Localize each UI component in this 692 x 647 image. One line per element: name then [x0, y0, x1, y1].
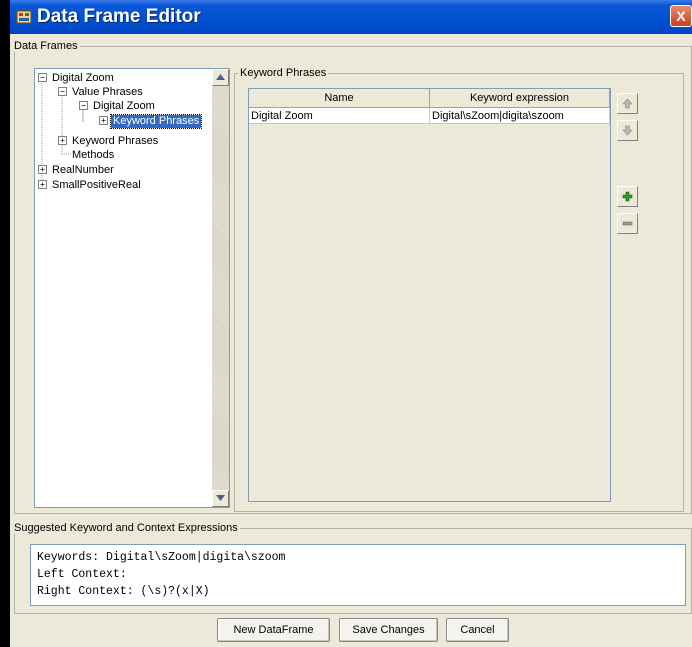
table-header: Name Keyword expression [249, 89, 610, 108]
tree-expander[interactable]: − [79, 101, 88, 110]
minus-icon [622, 221, 633, 226]
right-context-line: Right Context: (\s)?(x|X) [37, 585, 210, 598]
tree-expander[interactable]: − [58, 87, 67, 96]
app-icon [16, 10, 32, 24]
tree-node-keyword-phrases-selected[interactable]: Keyword Phrases [109, 114, 203, 129]
keywords-line: Keywords: Digital\sZoom|digita\szoom [37, 551, 286, 564]
arrow-up-icon [216, 74, 225, 80]
tree-node-digital-zoom[interactable]: Digital Zoom [52, 72, 114, 85]
scroll-down-button[interactable] [212, 490, 229, 507]
tree-expander[interactable]: + [38, 165, 47, 174]
data-frame-tree[interactable]: − Digital Zoom − Value Phrases − Digital… [34, 68, 230, 508]
title-bar[interactable]: Data Frame Editor X [10, 0, 692, 34]
window-title: Data Frame Editor [37, 6, 201, 27]
close-icon: X [676, 8, 686, 24]
tree-expander[interactable]: + [58, 136, 67, 145]
suggested-expressions-legend: Suggested Keyword and Context Expression… [12, 522, 240, 534]
new-dataframe-button[interactable]: New DataFrame [217, 618, 330, 642]
scroll-up-button[interactable] [212, 69, 229, 86]
tree-canvas: − Digital Zoom − Value Phrases − Digital… [35, 69, 205, 507]
tree-node-value-phrases[interactable]: Value Phrases [72, 86, 143, 99]
left-context-line: Left Context: [37, 568, 127, 581]
tree-expander[interactable]: − [38, 73, 47, 82]
tree-node-digital-zoom-child[interactable]: Digital Zoom [93, 100, 155, 113]
cell-keyword-expression[interactable]: Digital\sZoom|digita\szoom [430, 108, 610, 124]
keyword-phrases-legend: Keyword Phrases [238, 67, 329, 79]
tree-node-realnumber[interactable]: RealNumber [52, 164, 114, 177]
plus-icon [622, 191, 633, 202]
remove-button[interactable] [617, 213, 638, 234]
move-down-button[interactable] [617, 120, 638, 141]
tree-expander[interactable]: + [99, 116, 108, 125]
move-down-icon [622, 125, 633, 136]
table-row[interactable]: Digital Zoom Digital\sZoom|digita\szoom [249, 108, 610, 124]
tree-node-keyword-phrases[interactable]: Keyword Phrases [72, 135, 158, 148]
cancel-button[interactable]: Cancel [446, 618, 509, 642]
tree-expander[interactable]: + [38, 180, 47, 189]
save-changes-button[interactable]: Save Changes [339, 618, 438, 642]
close-button[interactable]: X [670, 5, 692, 27]
column-header-name[interactable]: Name [249, 89, 430, 108]
tree-node-methods[interactable]: Methods [72, 149, 114, 162]
add-button[interactable] [617, 186, 638, 207]
keyword-phrases-table[interactable]: Name Keyword expression Digital Zoom Dig… [248, 88, 611, 502]
suggested-expressions-text[interactable]: Keywords: Digital\sZoom|digita\szoom Lef… [30, 544, 686, 606]
tree-node-smallpositivereal[interactable]: SmallPositiveReal [52, 179, 141, 192]
tree-scrollbar[interactable] [212, 69, 229, 507]
move-up-button[interactable] [617, 93, 638, 114]
cell-name[interactable]: Digital Zoom [249, 108, 430, 124]
arrow-down-icon [216, 495, 225, 501]
move-up-icon [622, 98, 633, 109]
data-frame-editor-window: Data Frame Editor X Data Frames − Digita… [10, 0, 692, 647]
data-frames-legend: Data Frames [12, 40, 80, 52]
column-header-keyword-expression[interactable]: Keyword expression [430, 89, 610, 108]
